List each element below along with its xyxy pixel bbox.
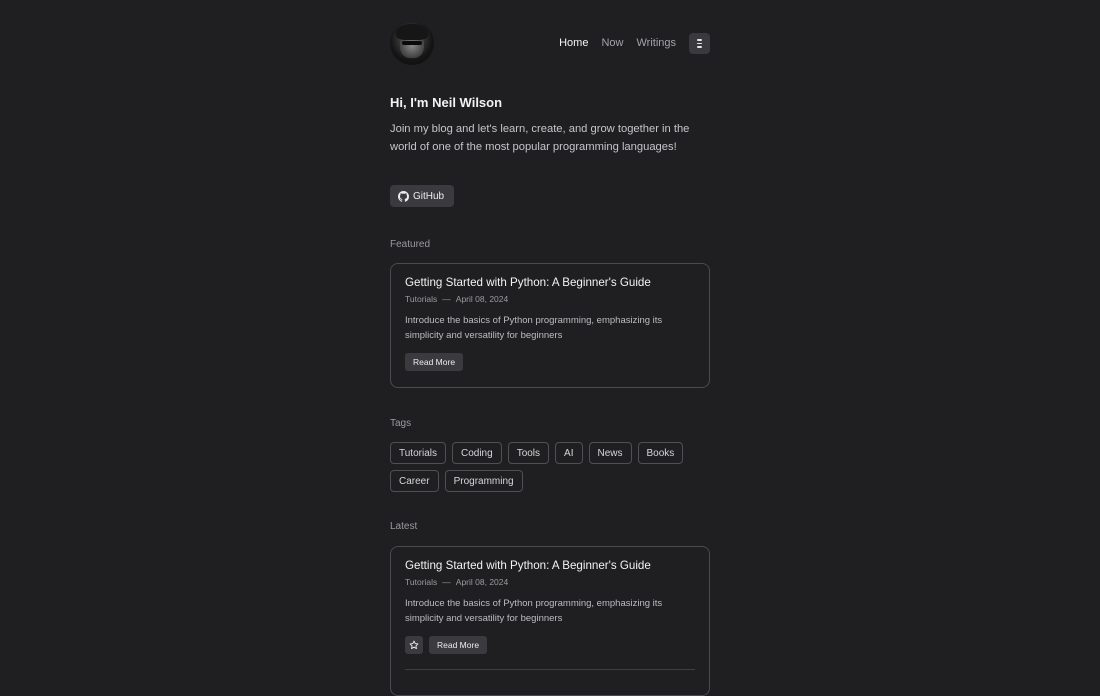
star-icon bbox=[409, 640, 419, 649]
featured-heading: Featured bbox=[390, 239, 431, 250]
tag-books[interactable]: Books bbox=[637, 442, 684, 464]
post-actions: Read More bbox=[405, 636, 488, 654]
avatar-glasses bbox=[402, 41, 422, 45]
post-category[interactable]: Tutorials bbox=[405, 294, 437, 304]
tag-coding[interactable]: Coding bbox=[451, 442, 502, 464]
tags-heading: Tags bbox=[390, 418, 412, 429]
tag-career[interactable]: Career bbox=[390, 470, 439, 492]
post-actions: Read More bbox=[405, 353, 464, 371]
post-date: April 08, 2024 bbox=[455, 294, 509, 304]
latest-heading: Latest bbox=[390, 521, 418, 532]
tag-programming[interactable]: Programming bbox=[444, 470, 523, 492]
tag-tutorials[interactable]: Tutorials bbox=[390, 442, 446, 464]
card-divider bbox=[405, 669, 695, 670]
github-icon bbox=[398, 190, 409, 202]
nav-writings[interactable]: Writings bbox=[636, 33, 676, 54]
latest-post-card[interactable]: Getting Started with Python: A Beginner'… bbox=[390, 546, 710, 696]
featured-post-card[interactable]: Getting Started with Python: A Beginner'… bbox=[390, 263, 710, 388]
nav-home[interactable]: Home bbox=[559, 33, 588, 54]
menu-icon bbox=[697, 39, 702, 41]
post-description: Introduce the basics of Python programmi… bbox=[405, 315, 663, 341]
post-title[interactable]: Getting Started with Python: A Beginner'… bbox=[405, 276, 651, 289]
nav-now[interactable]: Now bbox=[601, 33, 623, 54]
tag-news[interactable]: News bbox=[588, 442, 632, 464]
post-description: Introduce the basics of Python programmi… bbox=[405, 598, 663, 624]
read-more-button[interactable]: Read More bbox=[405, 353, 464, 371]
post-meta: Tutorials — April 08, 2024 bbox=[405, 294, 509, 304]
favorite-button[interactable] bbox=[405, 636, 423, 654]
github-button[interactable]: GitHub bbox=[390, 185, 454, 207]
post-meta: Tutorials — April 08, 2024 bbox=[405, 577, 509, 587]
post-title[interactable]: Getting Started with Python: A Beginner'… bbox=[405, 559, 651, 572]
main-nav: Home Now Writings bbox=[559, 33, 710, 54]
avatar-hair bbox=[396, 24, 428, 40]
site-header: Home Now Writings bbox=[390, 21, 710, 66]
github-label: GitHub bbox=[413, 190, 445, 202]
post-date: April 08, 2024 bbox=[455, 577, 509, 587]
avatar[interactable] bbox=[390, 21, 434, 65]
tag-list: Tutorials Coding Tools AI News Books Car… bbox=[390, 442, 710, 492]
menu-button[interactable] bbox=[689, 33, 710, 54]
post-category[interactable]: Tutorials bbox=[405, 577, 437, 587]
tag-tools[interactable]: Tools bbox=[507, 442, 550, 464]
intro-text: Join my blog and let's learn, create, an… bbox=[390, 123, 690, 153]
page-title: Hi, I'm Neil Wilson bbox=[390, 95, 503, 110]
read-more-button[interactable]: Read More bbox=[429, 636, 488, 654]
tag-ai[interactable]: AI bbox=[555, 442, 583, 464]
